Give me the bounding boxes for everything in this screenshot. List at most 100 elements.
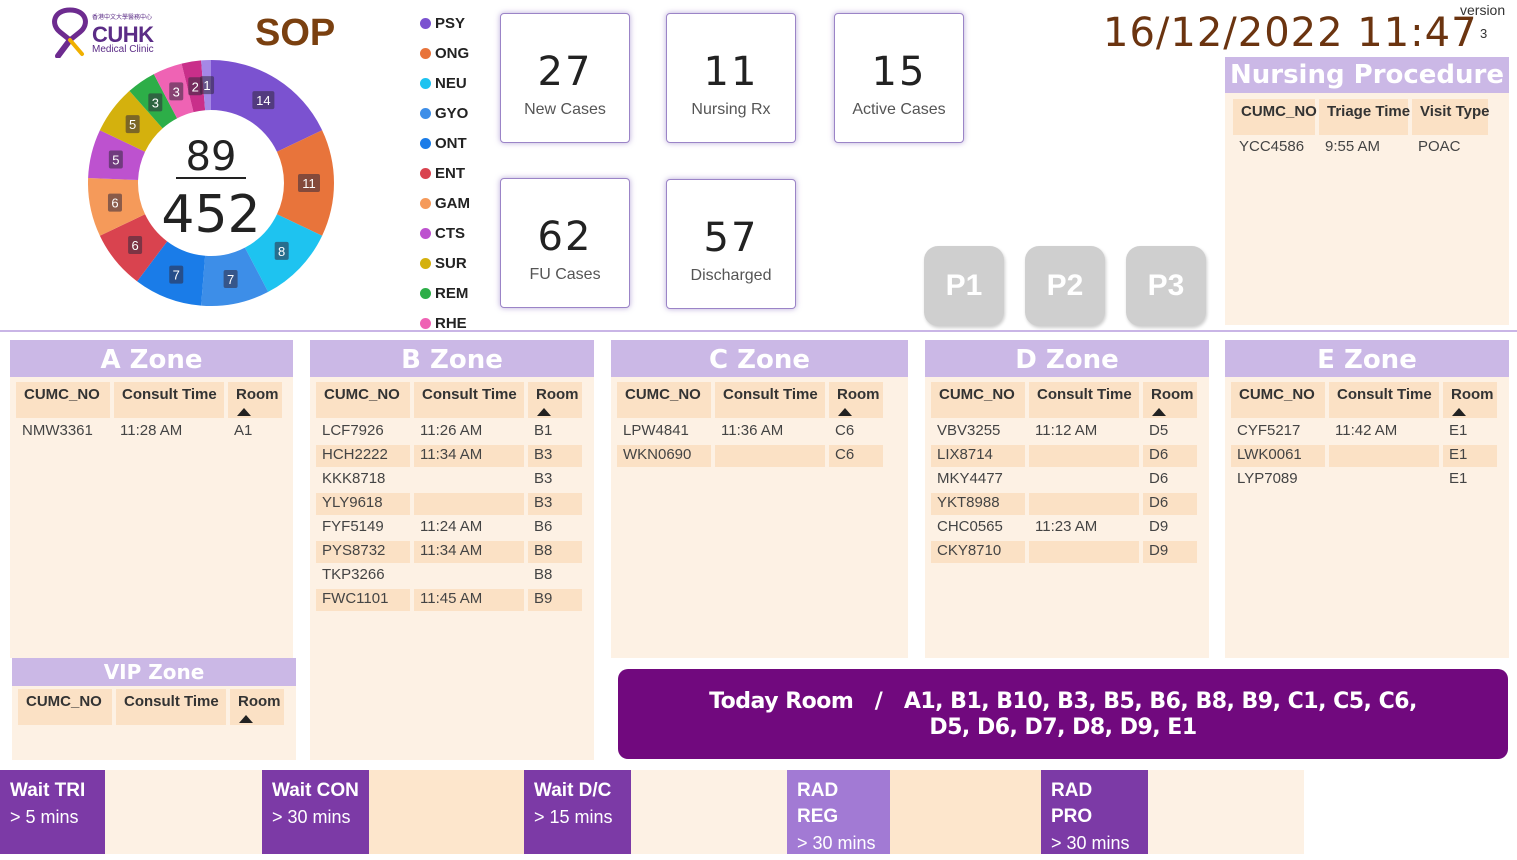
- legend-item[interactable]: ENT: [420, 158, 490, 188]
- wait-con-tile[interactable]: Wait CON > 30 mins: [262, 770, 369, 854]
- kpi-new-cases[interactable]: 27 New Cases: [500, 13, 630, 143]
- legend-item[interactable]: ONG: [420, 38, 490, 68]
- legend-dot-icon: [420, 17, 431, 29]
- table-row[interactable]: CYF5217 11:42 AM E1: [1231, 421, 1497, 443]
- cell-room: B3: [528, 493, 582, 515]
- table-row[interactable]: LCF7926 11:26 AM B1: [316, 421, 582, 443]
- table-row[interactable]: YKT8988 D6: [931, 493, 1197, 515]
- col-room[interactable]: Room: [1143, 382, 1197, 418]
- e-zone-panel: E Zone CUMC_NO Consult Time Room CYF5217 11:4…: [1225, 340, 1509, 658]
- table-row[interactable]: FYF5149 11:24 AM B6: [316, 517, 582, 539]
- table-row[interactable]: VBV3255 11:12 AM D5: [931, 421, 1197, 443]
- kpi-value: 27: [537, 49, 593, 95]
- legend-item[interactable]: GYO: [420, 98, 490, 128]
- col-room[interactable]: Room: [230, 689, 284, 725]
- col-consult-time[interactable]: Consult Time: [715, 382, 825, 418]
- col-cumc-no[interactable]: CUMC_NO: [16, 382, 110, 418]
- legend-item[interactable]: RHE: [420, 308, 490, 338]
- cell-room: B3: [534, 470, 553, 487]
- col-cumc-no[interactable]: CUMC_NO: [931, 382, 1025, 418]
- legend-item[interactable]: REM: [420, 278, 490, 308]
- cell-consult-time: 11:12 AM: [1035, 422, 1098, 439]
- priority-p3-button[interactable]: P3: [1126, 246, 1206, 326]
- wait-dc-tile[interactable]: Wait D/C > 15 mins: [524, 770, 631, 854]
- sort-ascending-icon[interactable]: [1152, 408, 1166, 416]
- legend-item[interactable]: NEU: [420, 68, 490, 98]
- cell-room: D9: [1143, 541, 1197, 563]
- table-row[interactable]: TKP3266 B8: [316, 565, 582, 587]
- rad-pro-tile[interactable]: RAD PRO > 30 mins: [1041, 770, 1148, 854]
- table-row[interactable]: LYP7089 E1: [1231, 469, 1497, 491]
- table-row[interactable]: LIX8714 D6: [931, 445, 1197, 467]
- col-room[interactable]: Room: [1443, 382, 1497, 418]
- col-cumc-no[interactable]: CUMC_NO: [18, 689, 112, 725]
- table-row[interactable]: YCC4586 9:55 AM POAC: [1233, 137, 1488, 159]
- column-header-label: Room: [536, 386, 579, 403]
- cell-cumc-no: LCF7926: [322, 422, 384, 439]
- cell-consult-time: 11:26 AM: [420, 422, 483, 439]
- cell-consult-time: 11:45 AM: [414, 589, 524, 611]
- priority-p2-button[interactable]: P2: [1025, 246, 1105, 326]
- nursing-table-body: YCC4586 9:55 AM POAC: [1233, 137, 1488, 161]
- legend-dot-icon: [420, 227, 431, 239]
- zone-title: B Zone: [310, 340, 594, 377]
- cell-consult-time: 11:34 AM: [414, 541, 524, 563]
- cell-cumc-no: YCC4586: [1239, 138, 1305, 155]
- col-cumc-no[interactable]: CUMC_NO: [617, 382, 711, 418]
- zone-table-header: CUMC_NO Consult Time Room: [18, 689, 284, 725]
- sort-ascending-icon[interactable]: [239, 715, 253, 723]
- table-row[interactable]: KKK8718 B3: [316, 469, 582, 491]
- col-consult-time[interactable]: Consult Time: [116, 689, 226, 725]
- donut-top-value: 89: [186, 134, 237, 180]
- col-triage-time[interactable]: Triage Time: [1319, 99, 1410, 135]
- kpi-active-cases[interactable]: 15 Active Cases: [834, 13, 964, 143]
- zone-table-body: LPW4841 11:36 AM C6 WKN0690 C6: [617, 421, 883, 469]
- legend-item[interactable]: SUR: [420, 248, 490, 278]
- col-cumc-no[interactable]: CUMC_NO: [1231, 382, 1325, 418]
- col-consult-time[interactable]: Consult Time: [1329, 382, 1439, 418]
- legend-item[interactable]: GAM: [420, 188, 490, 218]
- current-datetime: 16/12/2022 11:47: [1103, 10, 1478, 56]
- cell-cumc-no: CKY8710: [931, 541, 1025, 563]
- table-row[interactable]: HCH2222 11:34 AM B3: [316, 445, 582, 467]
- table-row[interactable]: MKY4477 D6: [931, 469, 1197, 491]
- col-consult-time[interactable]: Consult Time: [414, 382, 524, 418]
- donut-data-label: 14: [256, 93, 270, 108]
- rad-reg-tile[interactable]: RAD REG > 30 mins: [787, 770, 890, 854]
- column-header-label: CUMC_NO: [1239, 386, 1315, 403]
- col-cumc-no[interactable]: CUMC_NO: [1233, 99, 1317, 135]
- cell-consult-time: [414, 565, 524, 587]
- table-row[interactable]: LWK0061 E1: [1231, 445, 1497, 467]
- table-row[interactable]: NMW3361 11:28 AM A1: [16, 421, 282, 443]
- table-row[interactable]: CKY8710 D9: [931, 541, 1197, 563]
- legend-item[interactable]: ONT: [420, 128, 490, 158]
- legend-item[interactable]: CTS: [420, 218, 490, 248]
- wait-tri-tile[interactable]: Wait TRI > 5 mins: [0, 770, 105, 854]
- table-row[interactable]: WKN0690 C6: [617, 445, 883, 467]
- table-row[interactable]: FWC1101 11:45 AM B9: [316, 589, 582, 611]
- priority-p1-button[interactable]: P1: [924, 246, 1004, 326]
- sort-ascending-icon[interactable]: [537, 408, 551, 416]
- sort-ascending-icon[interactable]: [237, 408, 251, 416]
- cell-cumc-no: PYS8732: [316, 541, 410, 563]
- table-row[interactable]: CHC0565 11:23 AM D9: [931, 517, 1197, 539]
- table-row[interactable]: PYS8732 11:34 AM B8: [316, 541, 582, 563]
- col-visit-type[interactable]: Visit Type: [1412, 99, 1489, 135]
- col-cumc-no[interactable]: CUMC_NO: [316, 382, 410, 418]
- kpi-fu-cases[interactable]: 62 FU Cases: [500, 178, 630, 308]
- col-room[interactable]: Room: [829, 382, 883, 418]
- kpi-discharged[interactable]: 57 Discharged: [666, 179, 796, 309]
- table-row[interactable]: YLY9618 B3: [316, 493, 582, 515]
- column-header-label: CUMC_NO: [324, 386, 400, 403]
- col-room[interactable]: Room: [228, 382, 282, 418]
- kpi-nursing-rx[interactable]: 11 Nursing Rx: [666, 13, 796, 143]
- sort-ascending-icon[interactable]: [1452, 408, 1466, 416]
- cell-room: D6: [1143, 445, 1197, 467]
- legend-item[interactable]: PSY: [420, 8, 490, 38]
- col-consult-time[interactable]: Consult Time: [114, 382, 224, 418]
- sort-ascending-icon[interactable]: [838, 408, 852, 416]
- table-row[interactable]: LPW4841 11:36 AM C6: [617, 421, 883, 443]
- cell-cumc-no: HCH2222: [316, 445, 410, 467]
- col-room[interactable]: Room: [528, 382, 582, 418]
- col-consult-time[interactable]: Consult Time: [1029, 382, 1139, 418]
